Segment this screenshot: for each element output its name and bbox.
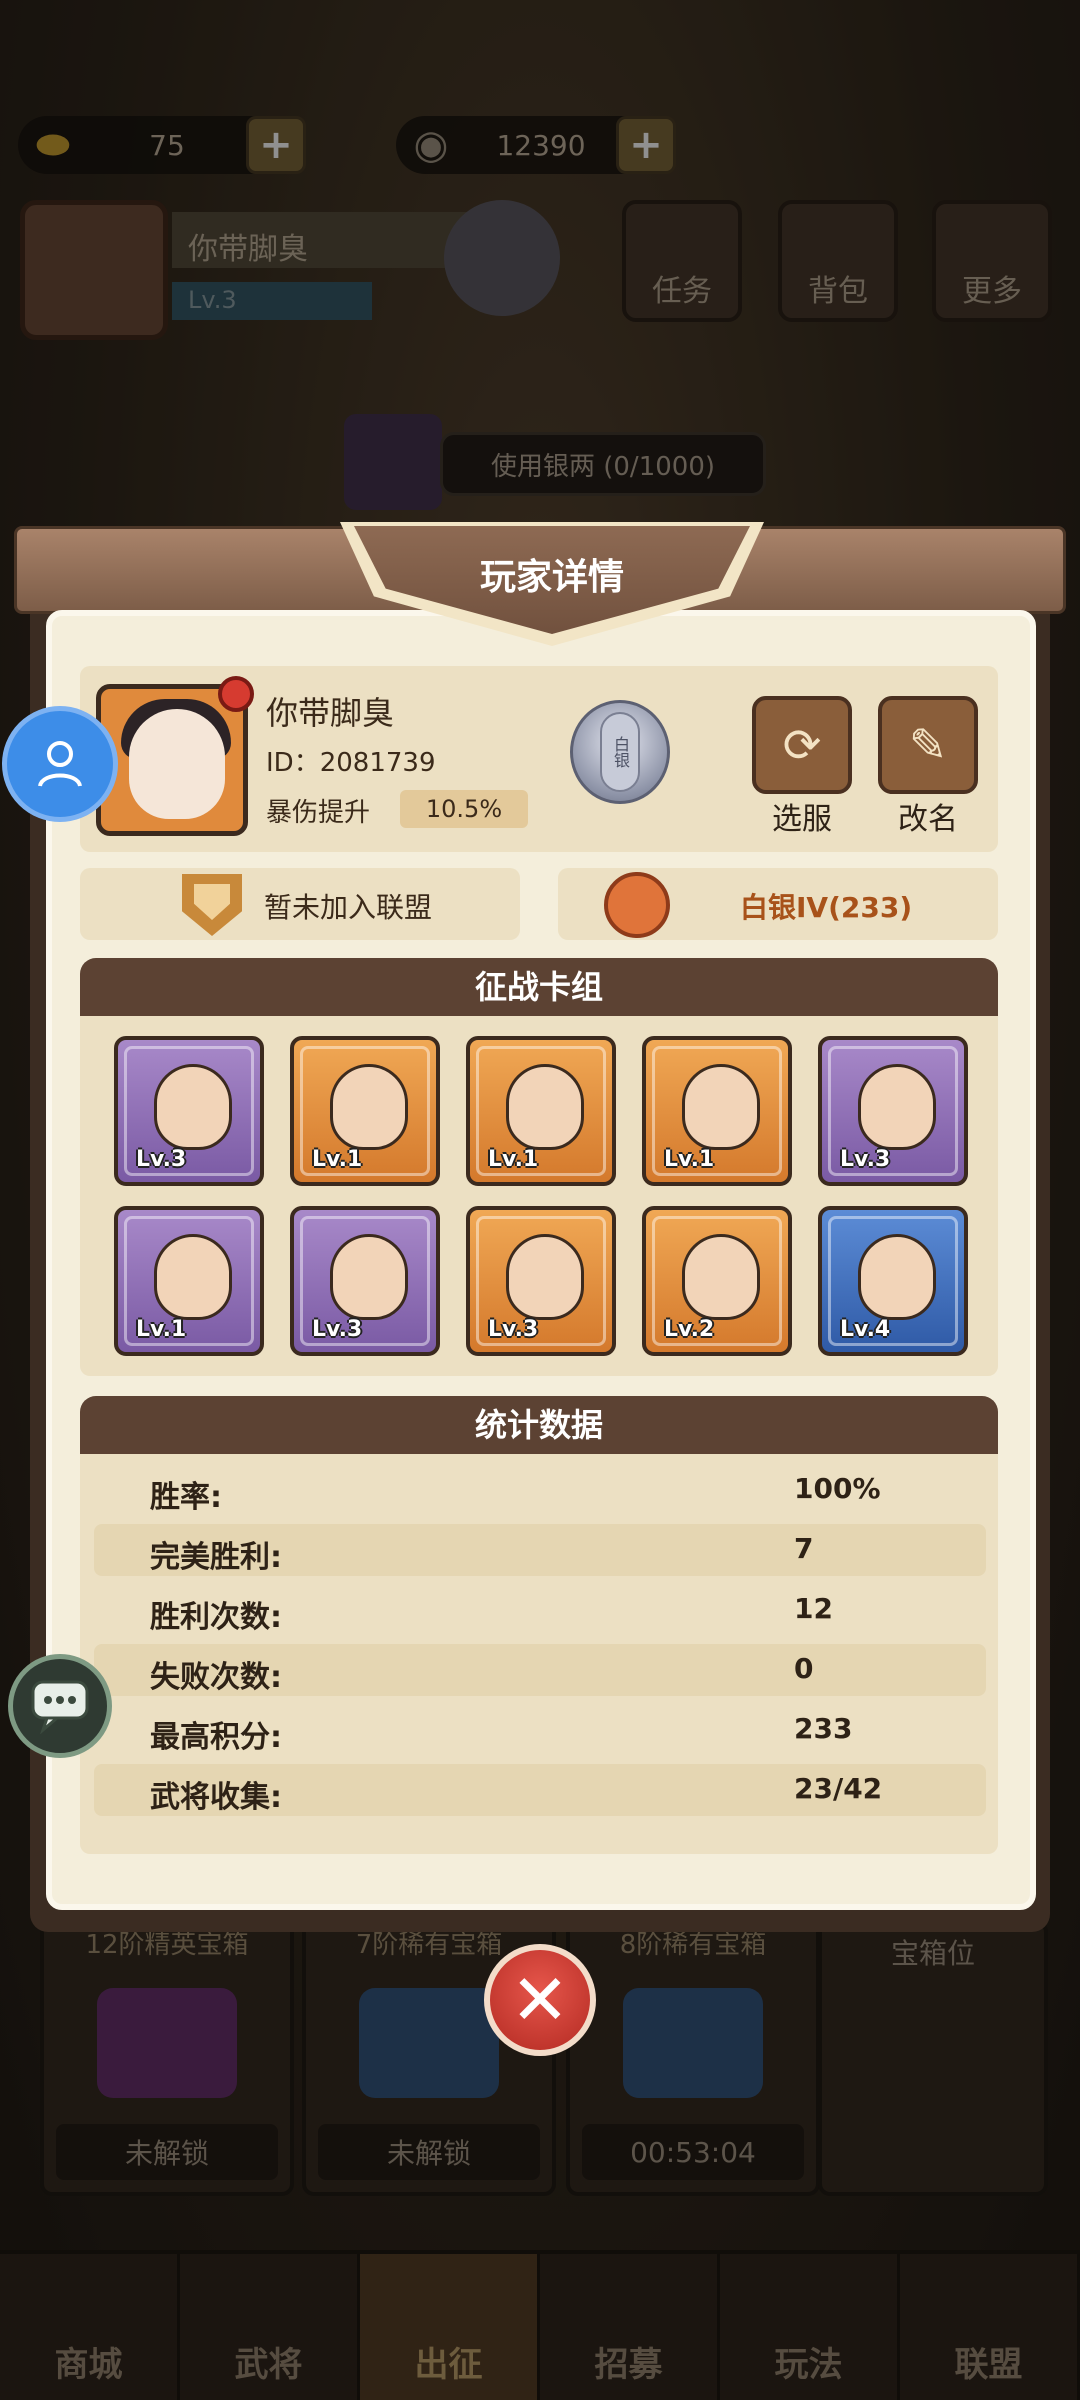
card-level: Lv.3 [840,1147,891,1172]
general-portrait [506,1064,584,1150]
rename-label: 改名 [898,802,958,837]
stat-label: 胜利次数: [150,1600,282,1635]
select-server-label: 选服 [772,802,832,837]
alliance-status: 暂未加入联盟 [264,891,433,924]
stat-value: 7 [794,1532,814,1565]
player-id: ID：2081739 [266,748,436,778]
card-level: Lv.3 [136,1147,187,1172]
deck-card[interactable]: Lv.3 [466,1206,616,1356]
deck-section-title: 征战卡组 [80,958,998,1016]
deck-card[interactable]: Lv.1 [114,1206,264,1356]
stat-row: 完美胜利: 7 [94,1524,986,1576]
general-portrait [858,1234,936,1320]
stat-row: 失败次数: 0 [94,1644,986,1696]
floating-user-button[interactable] [2,706,118,822]
stat-label: 失败次数: [150,1660,282,1695]
stat-label: 完美胜利: [150,1540,282,1575]
general-portrait [682,1234,760,1320]
deck-card[interactable]: Lv.3 [818,1036,968,1186]
card-level: Lv.3 [488,1317,539,1342]
select-server-button[interactable]: ⟳ [752,696,852,794]
close-icon: ✕ [510,1959,570,2041]
general-portrait [506,1234,584,1320]
avatar-face [129,709,225,819]
stat-row: 胜率: 100% [94,1464,986,1516]
stat-value: 0 [794,1652,814,1685]
stat-value: 100% [794,1472,881,1505]
card-level: Lv.1 [664,1147,715,1172]
card-level: Lv.3 [312,1317,363,1342]
refresh-icon: ⟳ [782,718,822,772]
pencil-icon: ✎ [908,718,948,772]
crit-value: 10.5% [400,790,528,828]
card-level: Lv.1 [136,1317,187,1342]
general-portrait [154,1064,232,1150]
notification-dot [218,676,254,712]
card-level: Lv.1 [312,1147,363,1172]
card-level: Lv.4 [840,1317,891,1342]
rank-badge-text: 白银 [600,712,640,792]
player-name: 你带脚臭 [266,694,395,732]
deck-card[interactable]: Lv.3 [114,1036,264,1186]
general-portrait [858,1064,936,1150]
card-level: Lv.2 [664,1317,715,1342]
rename-button[interactable]: ✎ [878,696,978,794]
rank-text: 白银IV(233) [740,891,913,924]
general-portrait [330,1064,408,1150]
chat-bubble-icon [31,1680,89,1734]
crit-label: 暴伤提升 [266,798,371,828]
stats-section-title: 统计数据 [80,1396,998,1454]
deck-card[interactable]: Lv.1 [466,1036,616,1186]
close-button[interactable]: ✕ [484,1944,596,2056]
stat-label: 最高积分: [150,1720,282,1755]
deck-card[interactable]: Lv.2 [642,1206,792,1356]
card-level: Lv.1 [488,1147,539,1172]
general-portrait [682,1064,760,1150]
stat-value: 12 [794,1592,833,1625]
stat-row: 武将收集: 23/42 [94,1764,986,1816]
stat-row: 胜利次数: 12 [94,1584,986,1636]
money-pouch-icon [604,872,670,938]
stat-value: 233 [794,1712,853,1745]
stat-label: 胜率: [150,1480,222,1515]
stat-value: 23/42 [794,1772,883,1805]
deck-card[interactable]: Lv.3 [290,1206,440,1356]
stat-row: 最高积分: 233 [94,1704,986,1756]
deck-card[interactable]: Lv.1 [290,1036,440,1186]
deck-card[interactable]: Lv.1 [642,1036,792,1186]
floating-chat-button[interactable] [8,1654,112,1758]
user-icon [38,741,82,787]
general-portrait [330,1234,408,1320]
silver-rank-badge: 白银 [570,700,670,804]
stat-label: 武将收集: [150,1780,282,1815]
general-portrait [154,1234,232,1320]
deck-card[interactable]: Lv.4 [818,1206,968,1356]
